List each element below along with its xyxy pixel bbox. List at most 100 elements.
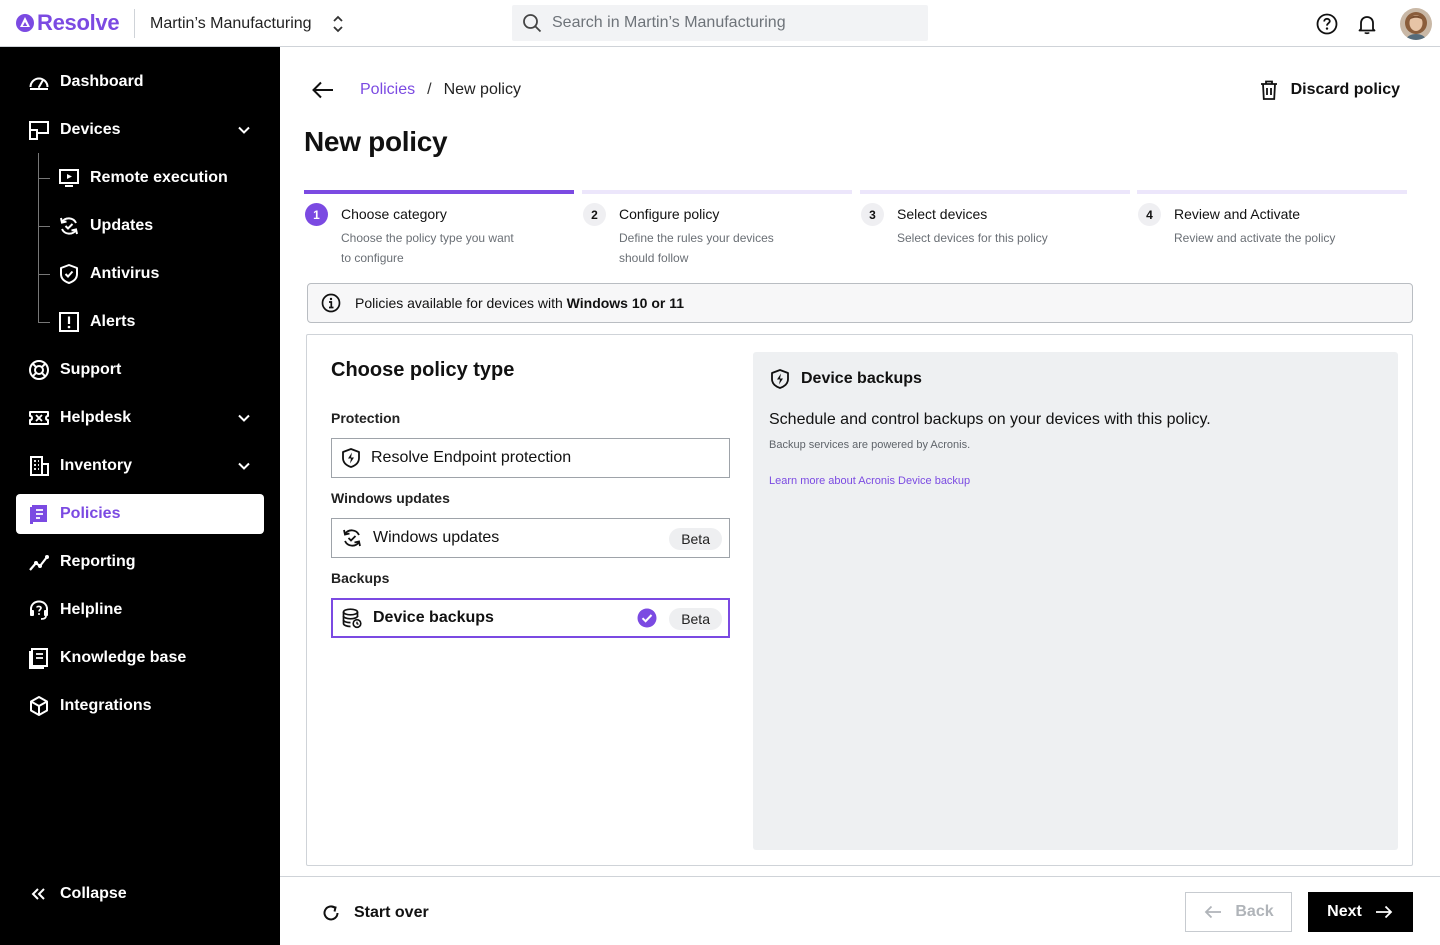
collapse-label: Collapse [60,885,127,902]
monitor-play-icon [59,169,79,187]
sidebar-subitem-updates[interactable]: Updates [58,206,153,246]
step-description: Choose the policy type you want to confi… [341,231,514,265]
arrow-left-icon [1205,905,1222,919]
sidebar-subitem-antivirus[interactable]: Antivirus [58,254,159,294]
sidebar-item-integrations[interactable]: Integrations [16,686,264,726]
info-banner: Policies available for devices with Wind… [307,283,1413,323]
bell-icon[interactable] [1356,13,1378,35]
alert-box-icon [59,312,79,332]
tree-branch [38,322,50,323]
next-button[interactable]: Next [1308,892,1413,932]
chevron-down-icon[interactable] [236,122,252,138]
sidebar-item-label: Knowledge base [60,649,187,666]
sidebar-item-support[interactable]: Support [16,350,264,390]
sidebar-item-devices[interactable]: Devices [16,110,264,150]
back-arrow-icon[interactable] [310,79,336,101]
refresh-icon [323,905,339,921]
shield-check-icon [60,264,78,284]
step-select-devices: 3 Select devices Select devices for this… [860,190,1130,245]
shield-bolt-icon [771,369,789,389]
stepper: 1 Choose category Choose the policy type… [304,190,1408,270]
step-configure-policy: 2 Configure policy Define the rules your… [582,190,852,265]
refresh-check-icon [60,217,78,235]
group-label-protection: Protection [331,410,401,426]
next-label: Next [1327,903,1362,920]
tree-branch [38,226,50,227]
sidebar-item-dashboard[interactable]: Dashboard [16,62,264,102]
step-progress-bar [860,190,1130,194]
option-label: Device backups [373,609,494,626]
discard-policy-button[interactable]: Discard policy [1259,79,1400,101]
sidebar-item-label: Reporting [60,553,136,570]
option-device-backups[interactable]: Device backups Beta [331,598,730,638]
sidebar-item-label: Policies [60,505,121,522]
panel-title: Choose policy type [331,359,515,381]
sidebar-subitem-label: Alerts [90,313,136,330]
devices-icon [29,121,49,140]
sidebar-item-label: Support [60,361,122,378]
policy-book-icon [30,505,47,524]
check-circle-icon [637,608,657,628]
shield-bolt-icon [342,448,360,468]
sidebar-item-helpline[interactable]: Helpline [16,590,264,630]
info-text-prefix: Policies available for devices with [355,295,567,311]
chevron-up-down-icon [332,15,343,33]
group-label-windows-updates: Windows updates [331,490,450,506]
book-icon [29,648,48,669]
step-progress-bar [1137,190,1407,194]
sidebar-item-reporting[interactable]: Reporting [16,542,264,582]
trash-icon [1260,80,1277,100]
chevron-down-icon[interactable] [236,458,252,474]
step-number: 1 [305,203,328,226]
headset-icon [30,600,48,620]
double-chevron-left-icon [31,888,45,900]
option-label: Resolve Endpoint protection [371,449,572,466]
beta-badge: Beta [669,528,722,550]
sidebar-item-helpdesk[interactable]: Helpdesk [16,398,264,438]
start-over-button[interactable]: Start over [320,902,429,924]
wizard-footer: Start over Back Next [280,876,1440,945]
option-resolve-endpoint-protection[interactable]: Resolve Endpoint protection [331,438,730,478]
sidebar-item-policies[interactable]: Policies [16,494,264,534]
step-choose-category: 1 Choose category Choose the policy type… [304,190,574,265]
step-title: Configure policy [619,206,720,222]
brand-name: Resolve [37,10,120,35]
refresh-check-icon [343,529,361,547]
sidebar-subitem-alerts[interactable]: Alerts [58,302,135,342]
help-icon[interactable] [1316,13,1338,35]
search-input[interactable] [552,14,912,32]
sidebar-item-label: Dashboard [60,73,144,90]
option-windows-updates[interactable]: Windows updates Beta [331,518,730,558]
policy-type-panel: Choose policy type Protection Resolve En… [306,334,1413,866]
step-description: Define the rules your devices should fol… [619,231,774,265]
step-description: Review and activate the policy [1174,231,1336,245]
user-avatar[interactable] [1400,8,1432,40]
lifebuoy-icon [29,360,49,380]
organization-switcher[interactable]: Martin’s Manufacturing [150,11,344,37]
step-title: Select devices [897,206,988,222]
sidebar-subitem-remote-execution[interactable]: Remote execution [58,158,228,198]
info-text-emphasis: Windows 10 or 11 [566,295,685,311]
divider [134,9,135,38]
sidebar-item-inventory[interactable]: Inventory [16,446,264,486]
breadcrumb-link-policies[interactable]: Policies [360,81,415,99]
building-icon [30,456,49,476]
breadcrumb-separator: / [427,81,432,98]
start-over-label: Start over [354,904,429,921]
learn-more-link[interactable]: Learn more about Acronis Device backup [769,475,970,487]
sidebar-subitem-label: Remote execution [90,169,228,186]
breadcrumb-current: New policy [443,81,521,98]
resolve-logo-icon [16,14,34,32]
detail-title: Device backups [801,370,922,387]
step-progress-bar [582,190,852,194]
option-label: Windows updates [373,529,500,546]
main-content: Policies / New policy Discard policy New… [280,47,1440,945]
chevron-down-icon[interactable] [236,410,252,426]
resolve-logo[interactable]: Resolve [15,10,120,36]
sidebar-item-knowledge-base[interactable]: Knowledge base [16,638,264,678]
collapse-sidebar-button[interactable]: Collapse [16,874,264,914]
back-button[interactable]: Back [1185,892,1292,932]
global-search[interactable] [512,5,928,41]
top-bar: Resolve Martin’s Manufacturing [0,0,1440,47]
policy-detail-card: Device backups Schedule and control back… [753,352,1398,850]
